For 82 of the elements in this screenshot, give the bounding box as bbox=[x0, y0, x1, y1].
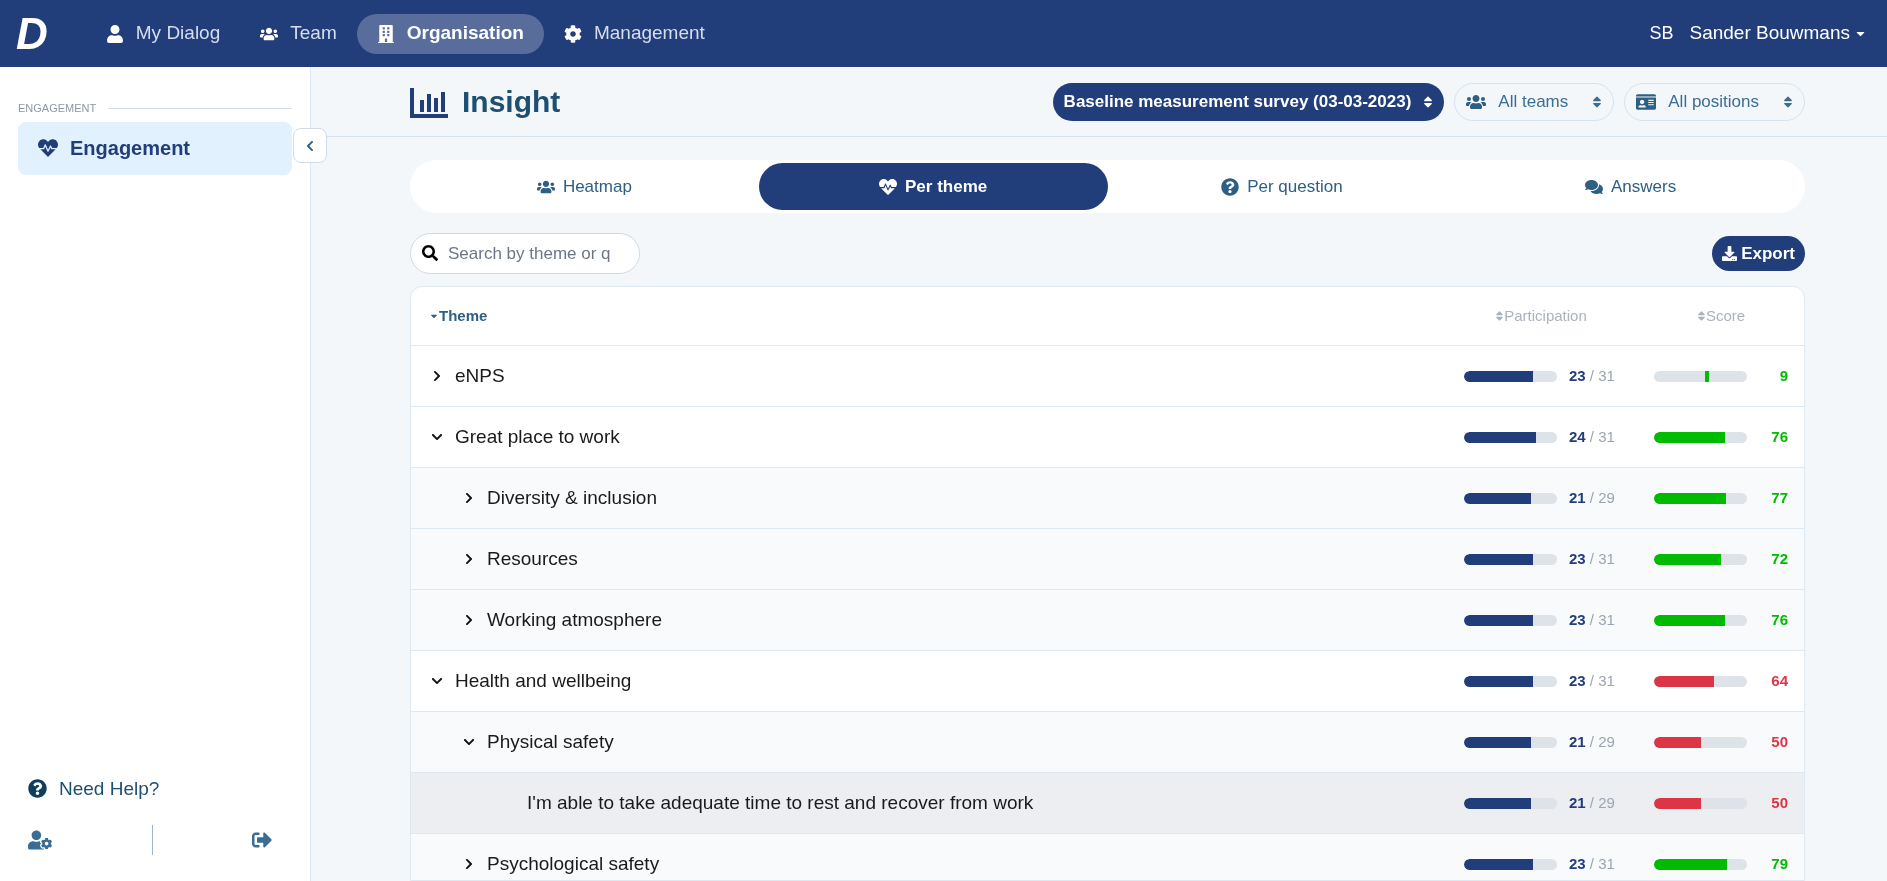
theme-label: Psychological safety bbox=[487, 851, 660, 876]
nav-tab[interactable]: Management bbox=[543, 13, 725, 54]
question-icon bbox=[28, 779, 47, 799]
id-card-icon bbox=[1636, 92, 1657, 111]
nav-tab[interactable]: Organisation bbox=[356, 13, 544, 54]
table-row[interactable]: Diversity & inclusion 21 / 29 77 bbox=[411, 467, 1804, 528]
building-icon bbox=[376, 24, 395, 43]
table-row[interactable]: Psychological safety 23 / 31 79 bbox=[411, 833, 1804, 880]
question-icon bbox=[1221, 177, 1240, 196]
participation-count: 23 / 31 bbox=[1569, 548, 1615, 569]
theme-label: Working atmosphere bbox=[487, 607, 662, 632]
users-icon bbox=[1466, 92, 1487, 111]
download-icon bbox=[1722, 246, 1738, 261]
score-value: 77 bbox=[1771, 487, 1788, 508]
sort-icon bbox=[1783, 94, 1793, 109]
chevron-right-icon[interactable] bbox=[463, 553, 475, 565]
nav-tab[interactable]: My Dialog bbox=[85, 13, 241, 54]
collapse-button[interactable] bbox=[293, 128, 327, 163]
bar-chart-icon bbox=[410, 85, 450, 118]
sort-icon bbox=[1592, 94, 1603, 109]
heartbeat-icon bbox=[879, 177, 897, 196]
chevron-down-icon[interactable] bbox=[431, 675, 443, 687]
filter-dropdown[interactable]: Baseline measurement survey (03-03-2023) bbox=[1052, 82, 1445, 121]
chat-icon bbox=[1585, 177, 1604, 196]
help-link[interactable]: Need Help? bbox=[28, 774, 282, 803]
user-settings-icon[interactable] bbox=[28, 829, 52, 851]
theme-label: Health and wellbeing bbox=[455, 668, 632, 693]
score-value: 76 bbox=[1771, 426, 1788, 447]
nav-tab[interactable]: Team bbox=[240, 13, 357, 54]
participation-count: 23 / 31 bbox=[1569, 365, 1615, 386]
tab[interactable]: Per question bbox=[1107, 163, 1457, 210]
heartbeat-icon bbox=[38, 138, 58, 158]
user-initials: SB bbox=[1649, 22, 1674, 45]
score-value: 79 bbox=[1771, 853, 1788, 874]
table-row[interactable]: I'm able to take adequate time to rest and recover from work 21 / 29 50 bbox=[411, 772, 1804, 833]
table-row[interactable]: Physical safety 21 / 29 50 bbox=[411, 711, 1804, 772]
sort-icon bbox=[1423, 94, 1434, 109]
chevron-right-icon[interactable] bbox=[463, 492, 475, 504]
question-label: I'm able to take adequate time to rest and recover from work bbox=[527, 790, 1034, 815]
participation-count: 23 / 31 bbox=[1569, 609, 1615, 630]
page-title: Insight bbox=[462, 84, 561, 120]
participation-count: 23 / 31 bbox=[1569, 853, 1615, 874]
sort-icon bbox=[1495, 310, 1505, 322]
user-menu[interactable]: Sander Bouwmans bbox=[1689, 19, 1867, 48]
participation-count: 23 / 31 bbox=[1569, 670, 1615, 691]
chevron-right-icon[interactable] bbox=[463, 614, 475, 626]
column-header[interactable]: Theme bbox=[429, 304, 488, 328]
tab[interactable]: Answers bbox=[1456, 163, 1805, 210]
theme-label: Great place to work bbox=[455, 424, 620, 449]
search-icon bbox=[422, 245, 438, 261]
sort-icon bbox=[1696, 310, 1706, 322]
participation-count: 21 / 29 bbox=[1569, 731, 1615, 752]
chevron-right-icon[interactable] bbox=[431, 370, 443, 382]
table-row[interactable]: Resources 23 / 31 72 bbox=[411, 528, 1804, 589]
participation-count: 21 / 29 bbox=[1569, 792, 1615, 813]
score-value: 50 bbox=[1771, 731, 1788, 752]
settings-icon bbox=[563, 24, 582, 43]
logout-icon[interactable] bbox=[252, 830, 272, 850]
score-value: 72 bbox=[1771, 548, 1788, 569]
theme-label: Diversity & inclusion bbox=[487, 485, 657, 510]
participation-count: 21 / 29 bbox=[1569, 487, 1615, 508]
table-row[interactable]: Working atmosphere 23 / 31 76 bbox=[411, 589, 1804, 650]
participation-count: 24 / 31 bbox=[1569, 426, 1615, 447]
theme-label: eNPS bbox=[455, 363, 505, 388]
score-value: 64 bbox=[1771, 670, 1788, 691]
user-icon bbox=[105, 24, 124, 43]
score-value: 9 bbox=[1779, 365, 1788, 386]
sidebar-item[interactable]: Engagement bbox=[18, 121, 292, 175]
logo[interactable]: D bbox=[16, 11, 48, 56]
tab[interactable]: Heatmap bbox=[410, 163, 759, 210]
tab[interactable]: Per theme bbox=[758, 163, 1108, 210]
chevron-left-icon bbox=[304, 139, 316, 152]
chevron-down-icon[interactable] bbox=[431, 431, 443, 443]
chevron-right-icon[interactable] bbox=[463, 858, 475, 870]
score-value: 50 bbox=[1771, 792, 1788, 813]
export-button[interactable]: Export bbox=[1712, 236, 1805, 271]
section-label: ENGAGEMENT bbox=[18, 101, 97, 116]
theme-label: Physical safety bbox=[487, 729, 614, 754]
theme-label: Resources bbox=[487, 546, 578, 571]
search-field[interactable]: Search by theme or q bbox=[410, 233, 640, 274]
score-value: 76 bbox=[1771, 609, 1788, 630]
chevron-down-icon[interactable] bbox=[463, 736, 475, 748]
